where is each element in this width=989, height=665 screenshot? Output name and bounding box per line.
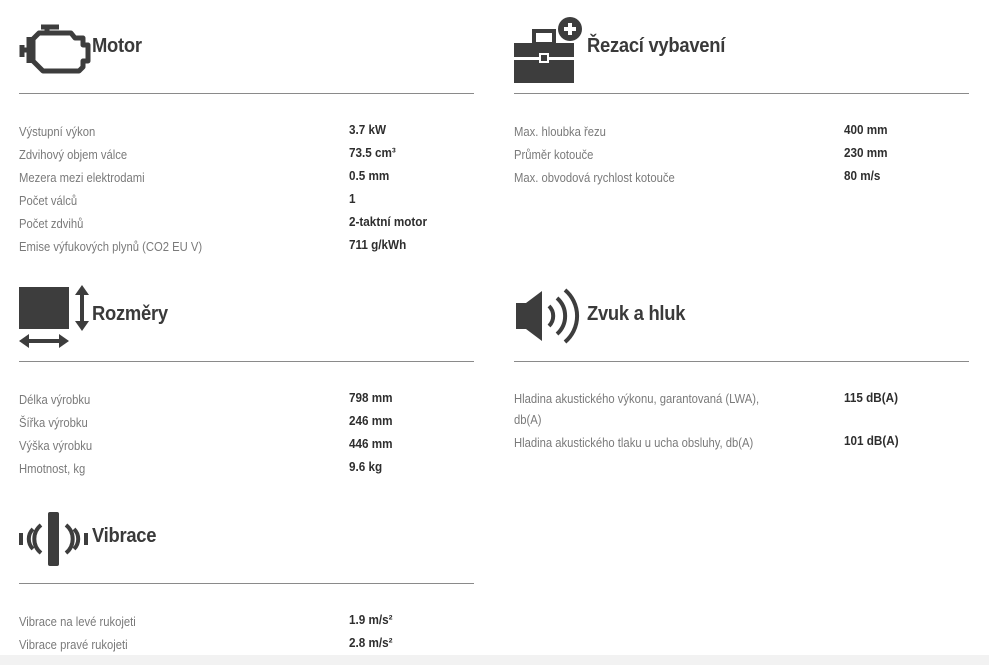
spec-label: Hladina akustického tlaku u ucha obsluhy… (514, 436, 754, 450)
dimensions-icon (19, 285, 91, 356)
spec-label: Počet válců (19, 194, 78, 208)
spec-row: Vibrace na levé rukojeti 1.9 m/s² (19, 611, 474, 634)
spec-label: Hladina akustického výkonu, garantovaná … (514, 392, 760, 427)
section-title: Rozměry (92, 303, 168, 325)
divider (19, 93, 474, 94)
spec-label: Zdvihový objem válce (19, 148, 128, 162)
spec-label: Výstupní výkon (19, 125, 96, 139)
spec-value: 446 mm (349, 436, 393, 451)
section-header: Motor (19, 17, 474, 81)
divider (19, 583, 474, 584)
spec-value: 1 (349, 191, 356, 206)
spec-row: Výška výrobku 446 mm (19, 435, 474, 458)
section-title: Zvuk a hluk (587, 303, 686, 325)
spec-label: Max. hloubka řezu (514, 125, 606, 139)
speaker-icon (514, 285, 586, 354)
spec-label: Délka výrobku (19, 393, 91, 407)
spec-value: 2.8 m/s² (349, 635, 393, 650)
spec-value: 246 mm (349, 413, 393, 428)
spec-value: 1.9 m/s² (349, 612, 393, 627)
spec-list: Výstupní výkon 3.7 kW Zdvihový objem válc… (19, 121, 474, 259)
spec-value: 400 mm (844, 122, 888, 137)
section-motor: Motor Výstupní výkon 3.7 kW Zdvihový obje… (19, 17, 474, 254)
spec-label: Vibrace pravé rukojeti (19, 638, 128, 652)
spec-value: 2-taktní motor (349, 214, 428, 229)
spec-row: Emise výfukových plynů (CO2 EU V) 711 g/k… (19, 236, 474, 259)
spec-label: Vibrace na levé rukojeti (19, 615, 136, 629)
spec-row: Vibrace pravé rukojeti 2.8 m/s² (19, 634, 474, 657)
spec-value: 115 dB(A) (844, 390, 898, 405)
spec-value: 101 dB(A) (844, 433, 899, 448)
section-header: Řezací vybavení (514, 17, 969, 83)
spec-row: Průměr kotouče 230 mm (514, 144, 969, 167)
spec-value: 3.7 kW (349, 122, 387, 137)
spec-row: Šířka výrobku 246 mm (19, 412, 474, 435)
spec-value: 798 mm (349, 390, 393, 405)
spec-value: 9.6 kg (349, 459, 383, 474)
spec-value: 73.5 cm³ (349, 145, 396, 160)
spec-label: Emise výfukových plynů (CO2 EU V) (19, 240, 203, 254)
divider (514, 93, 969, 94)
page-bottom-edge (0, 655, 989, 665)
spec-value: 0.5 mm (349, 168, 390, 183)
spec-list: Vibrace na levé rukojeti 1.9 m/s² Vibrace… (19, 611, 474, 657)
spec-label: Mezera mezi elektrodami (19, 171, 145, 185)
section-title: Vibrace (92, 525, 157, 547)
spec-label: Max. obvodová rychlost kotouče (514, 171, 675, 185)
divider (514, 361, 969, 362)
spec-row: Hladina akustického tlaku u ucha obsluhy… (514, 432, 969, 455)
section-title: Motor (92, 35, 142, 57)
section-sound: Zvuk a hluk Hladina akustického výkonu, … (514, 285, 969, 450)
section-header: Rozměry (19, 285, 474, 349)
spec-list: Délka výrobku 798 mm Šířka výrobku 246 mm … (19, 389, 474, 481)
spec-row: Hmotnost, kg 9.6 kg (19, 458, 474, 481)
spec-label: Šířka výrobku (19, 416, 88, 430)
spec-row: Zdvihový objem válce 73.5 cm³ (19, 144, 474, 167)
spec-label: Průměr kotouče (514, 148, 594, 162)
spec-value: 711 g/kWh (349, 237, 407, 252)
spec-label: Výška výrobku (19, 439, 93, 453)
spec-row: Délka výrobku 798 mm (19, 389, 474, 412)
engine-icon (19, 17, 91, 80)
spec-value: 230 mm (844, 145, 888, 160)
section-header: Zvuk a hluk (514, 285, 969, 349)
spec-row: Max. hloubka řezu 400 mm (514, 121, 969, 144)
section-cutting-equipment: Řezací vybavení Max. hloubka řezu 400 mm … (514, 17, 969, 185)
section-header: Vibrace (19, 507, 474, 571)
spec-value: 80 m/s (844, 168, 881, 183)
section-title: Řezací vybavení (587, 35, 726, 57)
spec-list: Hladina akustického výkonu, garantovaná … (514, 389, 969, 455)
section-dimensions: Rozměry Délka výrobku 798 mm Šířka výrobk… (19, 285, 474, 476)
spec-row: Max. obvodová rychlost kotouče 80 m/s (514, 167, 969, 190)
spec-label: Hmotnost, kg (19, 462, 86, 476)
spec-list: Max. hloubka řezu 400 mm Průměr kotouče 23… (514, 121, 969, 190)
toolbox-plus-icon (514, 17, 586, 90)
spec-row: Výstupní výkon 3.7 kW (19, 121, 474, 144)
vibration-icon (19, 507, 91, 576)
spec-label: Počet zdvihů (19, 217, 84, 231)
spec-row: Hladina akustického výkonu, garantovaná … (514, 389, 969, 435)
divider (19, 361, 474, 362)
spec-row: Mezera mezi elektrodami 0.5 mm (19, 167, 474, 190)
section-vibration: Vibrace Vibrace na levé rukojeti 1.9 m/s²… (19, 507, 474, 652)
